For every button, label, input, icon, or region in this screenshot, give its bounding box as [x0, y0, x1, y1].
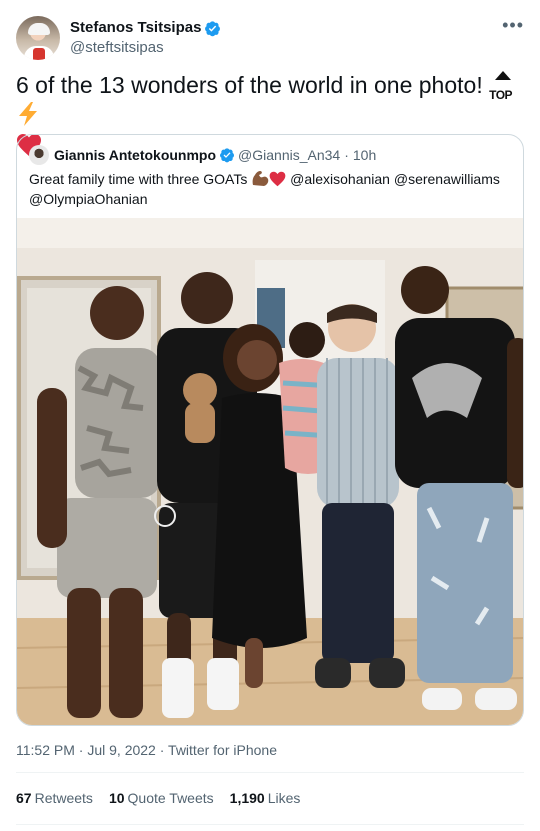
author-handle[interactable]: @steftsitsipas	[70, 38, 221, 58]
tweet-stats: 67 Retweets 10 Quote Tweets 1,190 Likes	[16, 788, 316, 808]
author-info[interactable]: Stefanos Tsitsipas @steftsitsipas	[70, 18, 221, 58]
quoted-tweet[interactable]: Giannis Antetokounmpo @Giannis_An34 · 10…	[16, 134, 524, 726]
tweet-text-body: 6 of the 13 wonders of the world in one …	[16, 72, 490, 98]
quoted-tweet-text: Great family time with three GOATs @alex…	[29, 169, 513, 209]
retweets-count: 67	[16, 790, 32, 806]
quote-tweets-count: 10	[108, 790, 125, 806]
quoted-author-handle: @Giannis_An34	[238, 147, 341, 163]
retweets-stat[interactable]: 67 Retweets	[16, 788, 93, 808]
quoted-author-avatar	[29, 145, 49, 165]
quote-tweets-label: Quote Tweets	[127, 790, 214, 806]
verified-badge-icon	[220, 148, 235, 163]
tweet-date[interactable]: Jul 9, 2022	[87, 742, 156, 758]
author-name[interactable]: Stefanos Tsitsipas	[70, 18, 201, 38]
author-name-row[interactable]: Stefanos Tsitsipas	[70, 18, 221, 38]
separator-dot: ·	[344, 147, 349, 163]
quoted-tweet-header: Giannis Antetokounmpo @Giannis_An34 · 10…	[29, 145, 376, 165]
divider	[16, 824, 524, 825]
tweet-header: Stefanos Tsitsipas @steftsitsipas •••	[16, 14, 524, 62]
author-avatar[interactable]	[16, 16, 60, 60]
quoted-text-start: Great family time with three GOATs	[29, 171, 252, 187]
tweet-time[interactable]: 11:52 PM	[16, 742, 75, 758]
top-arrow-emoji: TOP	[489, 71, 517, 102]
likes-count: 1,190	[229, 790, 265, 806]
verified-badge-icon	[205, 20, 221, 36]
flexed-biceps-emoji	[252, 171, 269, 186]
divider	[16, 772, 524, 773]
separator-dot: ·	[78, 742, 84, 758]
quoted-tweet-time: 10h	[352, 147, 377, 163]
likes-label: Likes	[267, 790, 301, 806]
top-emoji-text: TOP	[489, 88, 513, 102]
quoted-author-name: Giannis Antetokounmpo	[54, 147, 217, 163]
tweet-source[interactable]: Twitter for iPhone	[168, 742, 277, 758]
red-heart-emoji	[269, 171, 286, 187]
group-photo[interactable]	[17, 218, 524, 726]
high-voltage-emoji	[19, 102, 37, 126]
separator-dot: ·	[159, 742, 165, 758]
retweets-label: Retweets	[34, 790, 93, 806]
quote-tweets-stat[interactable]: 10 Quote Tweets	[109, 788, 214, 808]
more-options-icon[interactable]: •••	[502, 16, 524, 34]
likes-stat[interactable]: 1,190 Likes	[230, 788, 301, 808]
tweet-meta: 11:52 PM · Jul 9, 2022 · Twitter for iPh…	[16, 740, 277, 760]
